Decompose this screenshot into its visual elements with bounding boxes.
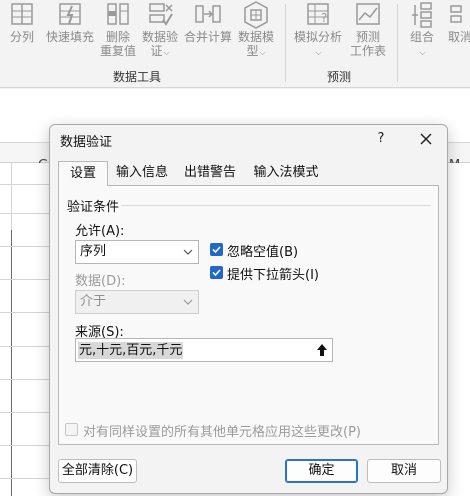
ungroup-button[interactable]: 取消 bbox=[442, 0, 470, 44]
allow-label: 允许(A): bbox=[75, 224, 125, 239]
data-value: 介于 bbox=[80, 294, 107, 309]
grid-line bbox=[0, 213, 50, 214]
ribbon-button-label: 快速填充 bbox=[45, 30, 94, 44]
group-icon bbox=[412, 2, 432, 28]
chevron-down-icon: ⌵ bbox=[259, 48, 266, 57]
tab-error-alert[interactable]: 出错警告 bbox=[178, 161, 242, 186]
chevron-down-icon bbox=[183, 249, 193, 255]
source-value: 元,十元,百元,千元 bbox=[78, 342, 184, 359]
data-select[interactable]: 介于 bbox=[75, 290, 199, 314]
chevron-down-icon: ⌵ bbox=[163, 48, 170, 57]
source-input[interactable]: 元,十元,百元,千元 bbox=[75, 338, 333, 362]
ribbon-button-label-line2: 工作表 bbox=[349, 44, 386, 58]
ribbon-button-label: 数据验 bbox=[141, 30, 178, 44]
tab-ime-mode[interactable]: 输入法模式 bbox=[246, 161, 326, 186]
section-divider bbox=[121, 205, 431, 206]
close-icon bbox=[420, 133, 432, 145]
grid-line bbox=[0, 184, 50, 185]
ribbon-button-label-line2: 型⌵ bbox=[246, 44, 266, 58]
forecast-sheet-icon bbox=[356, 3, 380, 25]
allow-select[interactable]: 序列 bbox=[75, 240, 199, 264]
consolidate-button[interactable]: 合并计算 bbox=[182, 0, 234, 44]
ribbon-button-label: 分列 bbox=[9, 30, 34, 44]
forecast-sheet-button[interactable]: 预测 工作表 bbox=[348, 0, 388, 58]
ribbon-button-caret: ⌵ bbox=[290, 44, 346, 60]
consolidate-icon bbox=[195, 5, 221, 23]
data-model-button[interactable]: 数据模 型⌵ bbox=[234, 0, 278, 60]
tab-input-message[interactable]: 输入信息 bbox=[110, 161, 174, 186]
clear-all-button[interactable]: 全部清除(C) bbox=[58, 459, 137, 483]
grid-line bbox=[0, 279, 50, 280]
allow-value: 序列 bbox=[80, 244, 107, 259]
ribbon-button-label: 组合 bbox=[409, 30, 434, 44]
arrow-up-icon bbox=[317, 344, 327, 356]
grid-line bbox=[0, 312, 50, 313]
ignore-blank-label[interactable]: 忽略空值(B) bbox=[227, 241, 298, 260]
grid-line bbox=[0, 412, 50, 413]
apply-to-all-label[interactable]: 对有同样设置的所有其他单元格应用这些更改(P) bbox=[83, 421, 361, 440]
settings-panel: 验证条件 允许(A): 序列 数据(D): 介于 忽略空值(B) 提供下拉箭头(… bbox=[58, 185, 439, 445]
grid-line bbox=[0, 379, 50, 380]
ignore-blank-checkbox[interactable] bbox=[210, 243, 223, 256]
dialog-title: 数据验证 bbox=[60, 135, 113, 150]
data-model-icon bbox=[244, 1, 268, 29]
chevron-down-icon: ⌵ bbox=[419, 48, 426, 57]
remove-duplicates-icon bbox=[107, 3, 129, 25]
data-label: 数据(D): bbox=[75, 274, 126, 289]
group-button[interactable]: 组合 ⌵ bbox=[404, 0, 440, 60]
close-button[interactable] bbox=[413, 127, 439, 151]
chevron-down-icon: ⌵ bbox=[315, 48, 322, 57]
ribbon-button-label-line2: 证⌵ bbox=[150, 44, 170, 58]
grid-line bbox=[0, 478, 50, 479]
section-title: 验证条件 bbox=[67, 200, 120, 215]
ribbon-button-label: 模拟分析 bbox=[293, 30, 342, 44]
range-select-button[interactable] bbox=[311, 339, 333, 361]
ribbon: 分列 快速填充 删除 重复值 数据验 证⌵ 合并计算 数据模 型⌵ ? 模拟分析… bbox=[0, 0, 470, 88]
grid-line bbox=[0, 346, 50, 347]
flash-fill-button[interactable]: 快速填充 bbox=[44, 0, 96, 44]
what-if-analysis-icon: ? bbox=[307, 3, 329, 25]
grid-line bbox=[11, 230, 12, 496]
ribbon-button-label: 删除 bbox=[105, 30, 130, 44]
remove-duplicates-button[interactable]: 删除 重复值 bbox=[98, 0, 138, 58]
ribbon-button-caret: ⌵ bbox=[404, 44, 440, 60]
ok-button[interactable]: 确定 bbox=[285, 459, 358, 483]
ribbon-separator bbox=[397, 4, 398, 82]
checkmark-icon bbox=[212, 246, 221, 254]
text-to-columns-icon bbox=[11, 3, 33, 25]
tab-settings[interactable]: 设置 bbox=[58, 161, 108, 186]
text-to-columns-button[interactable]: 分列 bbox=[2, 0, 42, 44]
what-if-analysis-button[interactable]: ? 模拟分析 ⌵ bbox=[290, 0, 346, 60]
ribbon-button-label: 合并计算 bbox=[183, 30, 232, 44]
ungroup-icon bbox=[450, 5, 462, 23]
in-cell-dropdown-label[interactable]: 提供下拉箭头(I) bbox=[227, 264, 319, 283]
group-label-forecast: 预测 bbox=[327, 70, 352, 84]
data-validation-button[interactable]: 数据验 证⌵ bbox=[140, 0, 180, 60]
help-button[interactable]: ? bbox=[371, 129, 391, 149]
svg-text:?: ? bbox=[321, 11, 327, 25]
group-label-data-tools: 数据工具 bbox=[113, 70, 162, 84]
ribbon-button-label: 预测 bbox=[355, 30, 380, 44]
apply-to-all-checkbox[interactable] bbox=[65, 423, 78, 436]
grid-line bbox=[0, 445, 50, 446]
ribbon-separator bbox=[285, 4, 286, 82]
ribbon-button-label: 数据模 bbox=[237, 30, 274, 44]
in-cell-dropdown-checkbox[interactable] bbox=[210, 266, 223, 279]
grid-line bbox=[0, 246, 50, 247]
data-validation-icon bbox=[149, 3, 173, 26]
ribbon-button-label: 取消 bbox=[447, 30, 470, 44]
data-validation-dialog: 数据验证 ? 设置 输入信息 出错警告 输入法模式 验证条件 允许(A): 序列… bbox=[49, 124, 448, 494]
flash-fill-icon bbox=[59, 3, 81, 25]
cancel-button[interactable]: 取消 bbox=[367, 459, 441, 483]
chevron-down-icon bbox=[183, 299, 193, 305]
checkmark-icon bbox=[212, 269, 221, 277]
ribbon-button-label-line2: 重复值 bbox=[99, 44, 136, 58]
